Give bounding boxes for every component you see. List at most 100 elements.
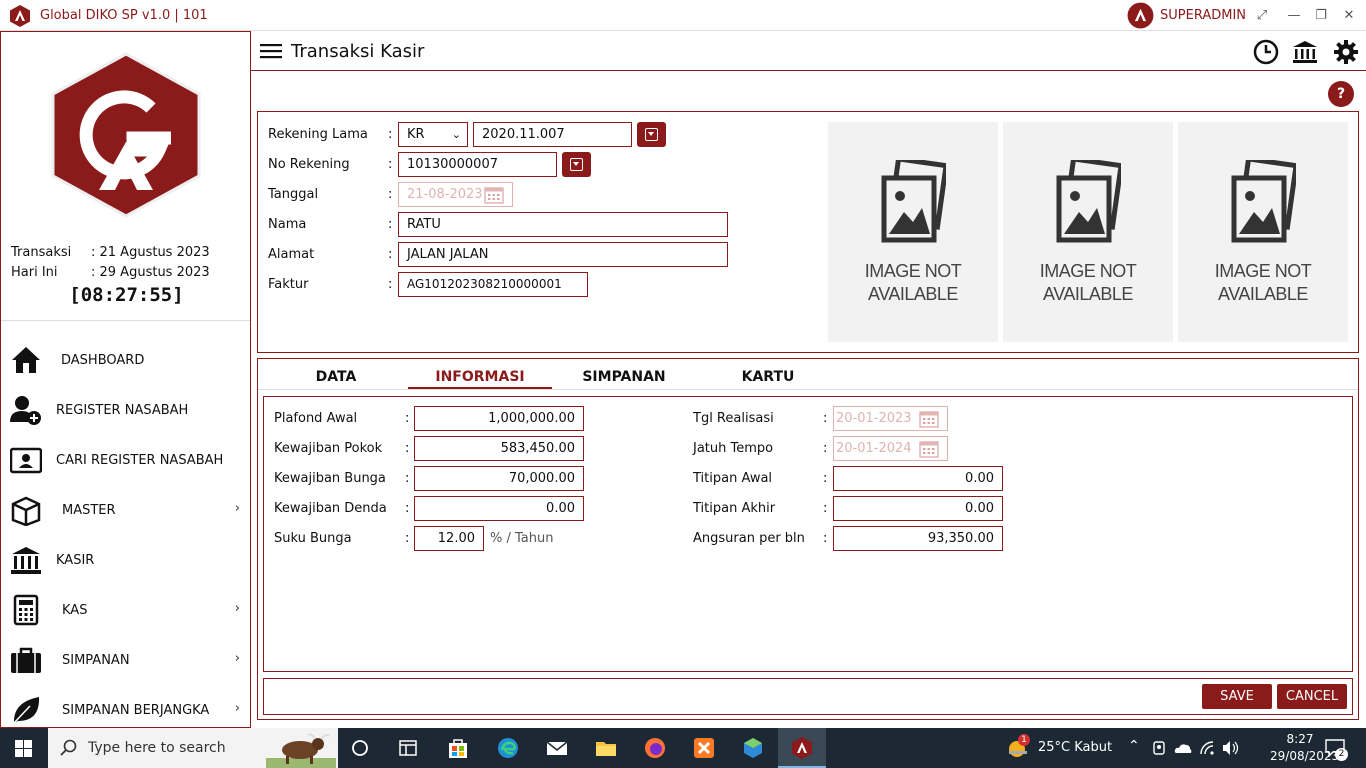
clock-time: 8:27 [1286, 732, 1314, 746]
weather-text[interactable]: 25°C Kabut [1038, 740, 1112, 755]
tab-data[interactable]: DATA [286, 369, 386, 385]
meet-now-icon[interactable] [1151, 740, 1167, 756]
plafond-awal-field[interactable]: 1,000,000.00 [414, 406, 584, 431]
colon: : [388, 247, 393, 262]
titipan-akhir-field[interactable]: 0.00 [833, 496, 1003, 521]
restore-size-icon[interactable]: ⤢ [1252, 6, 1272, 26]
rekening-lama-label: Rekening Lama [268, 127, 368, 142]
windows-start-icon[interactable] [15, 740, 32, 757]
colon: : [405, 411, 410, 426]
calendar-icon [484, 187, 504, 204]
task-view-icon[interactable] [348, 736, 372, 760]
photo-placeholder[interactable]: IMAGE NOT AVAILABLE [828, 122, 998, 342]
dropdown-icon [648, 132, 654, 136]
add-user-icon [10, 396, 41, 425]
titipan-awal-label: Titipan Awal [693, 471, 773, 486]
alamat-input[interactable]: JALAN JALAN [398, 242, 728, 267]
rekening-lama-input[interactable]: 2020.11.007 [473, 122, 632, 147]
onedrive-icon[interactable] [1174, 741, 1192, 755]
calendar-icon [919, 411, 939, 428]
cube-app-icon[interactable] [741, 736, 765, 760]
kewajiban-denda-label: Kewajiban Denda [274, 501, 387, 516]
sidebar-item-master[interactable]: MASTER › [1, 484, 250, 534]
sidebar-item-label: KASIR [56, 553, 95, 568]
save-button[interactable]: SAVE [1202, 684, 1272, 709]
colon: : [388, 157, 393, 172]
sidebar-item-kas[interactable]: KAS › [1, 584, 250, 634]
sidebar-item-cari-register[interactable]: CARI REGISTER NASABAH [1, 434, 250, 484]
page-title: Transaksi Kasir [291, 41, 425, 62]
sidebar-item-label: SIMPANAN BERJANGKA [62, 703, 210, 718]
hari-ini-label: Hari Ini [11, 265, 58, 280]
image-icon [1231, 160, 1296, 243]
store-icon[interactable] [446, 736, 470, 760]
taskbar-active-app[interactable] [778, 728, 826, 768]
angsuran-field[interactable]: 93,350.00 [833, 526, 1003, 551]
tanggal-label: Tanggal [268, 187, 319, 202]
help-button[interactable]: ? [1328, 81, 1354, 107]
home-icon [12, 347, 40, 373]
transaksi-label: Transaksi [11, 245, 72, 260]
minimize-button[interactable]: — [1284, 6, 1304, 26]
cancel-button[interactable]: CANCEL [1277, 684, 1347, 709]
firefox-icon[interactable] [643, 736, 667, 760]
clock-icon[interactable] [1253, 39, 1279, 65]
leaf-icon [13, 697, 40, 724]
current-user[interactable]: SUPERADMIN [1160, 8, 1246, 23]
alamat-label: Alamat [268, 247, 315, 262]
plafond-awal-label: Plafond Awal [274, 411, 358, 426]
widgets-icon[interactable] [396, 736, 420, 760]
calendar-icon [919, 441, 939, 458]
chevron-right-icon: › [234, 701, 240, 716]
no-rekening-lookup-button[interactable] [562, 152, 591, 177]
window-titlebar: Global DIKO SP v1.0 | 101 SUPERADMIN ⤢ —… [0, 0, 1366, 31]
tgl-realisasi-value: 20-01-2023 [836, 411, 912, 426]
no-rekening-input[interactable]: 10130000007 [398, 152, 557, 177]
maximize-button[interactable]: ❐ [1311, 6, 1331, 26]
kewajiban-pokok-field[interactable]: 583,450.00 [414, 436, 584, 461]
kewajiban-bunga-field[interactable]: 70,000.00 [414, 466, 584, 491]
hamburger-menu-icon[interactable] [260, 42, 282, 60]
sidebar-item-simpanan[interactable]: SIMPANAN › [1, 634, 250, 684]
live-clock: [08:27:55] [69, 284, 184, 306]
signature-placeholder[interactable]: IMAGE NOT AVAILABLE [1003, 122, 1173, 342]
kewajiban-bunga-label: Kewajiban Bunga [274, 471, 386, 486]
close-button[interactable]: ✕ [1339, 6, 1359, 26]
edge-browser-icon[interactable] [496, 736, 520, 760]
sidebar-item-label: KAS [62, 603, 88, 618]
sidebar-item-label: SIMPANAN [62, 653, 130, 668]
kewajiban-denda-field[interactable]: 0.00 [414, 496, 584, 521]
jatuh-tempo-date-field: 20-01-2024 [833, 436, 948, 461]
sidebar-item-label: CARI REGISTER NASABAH [56, 453, 224, 468]
chevron-down-icon: ⌄ [451, 128, 461, 141]
xampp-icon[interactable] [692, 736, 716, 760]
faktur-input[interactable]: AG101202308210000001 [398, 272, 588, 297]
sidebar-divider [1, 320, 250, 321]
file-explorer-icon[interactable] [594, 736, 618, 760]
rekening-type-value: KR [407, 127, 425, 142]
sidebar-item-kasir[interactable]: KASIR [1, 534, 250, 584]
rekening-lama-lookup-button[interactable] [637, 122, 666, 147]
kewajiban-pokok-label: Kewajiban Pokok [274, 441, 383, 456]
gear-icon[interactable] [1333, 39, 1359, 65]
mail-icon[interactable] [545, 736, 569, 760]
wifi-icon[interactable] [1199, 740, 1215, 756]
rekening-type-select[interactable]: KR ⌄ [398, 122, 468, 147]
taskbar-search-box[interactable]: Type here to search [48, 728, 338, 768]
chevron-up-icon[interactable]: ⌃ [1128, 738, 1140, 754]
sidebar-item-simpanan-berjangka[interactable]: SIMPANAN BERJANGKA › [1, 684, 250, 734]
bank-icon[interactable] [1292, 39, 1318, 65]
sidebar-item-register-nasabah[interactable]: REGISTER NASABAH [1, 384, 250, 434]
nama-input[interactable]: RATU [398, 212, 728, 237]
id-card-placeholder[interactable]: IMAGE NOT AVAILABLE [1178, 122, 1348, 342]
tab-kartu[interactable]: KARTU [718, 369, 818, 385]
titipan-awal-field[interactable]: 0.00 [833, 466, 1003, 491]
suku-bunga-label: Suku Bunga [274, 531, 352, 546]
system-clock[interactable]: 8:27 29/08/2023 [1270, 731, 1339, 765]
tab-informasi[interactable]: INFORMASI [408, 369, 552, 385]
suku-bunga-field[interactable]: 12.00 [414, 526, 484, 551]
sidebar-item-dashboard[interactable]: DASHBOARD [1, 334, 250, 384]
tab-simpanan[interactable]: SIMPANAN [570, 369, 678, 385]
volume-icon[interactable] [1221, 740, 1239, 756]
user-avatar-icon[interactable] [1127, 2, 1154, 29]
